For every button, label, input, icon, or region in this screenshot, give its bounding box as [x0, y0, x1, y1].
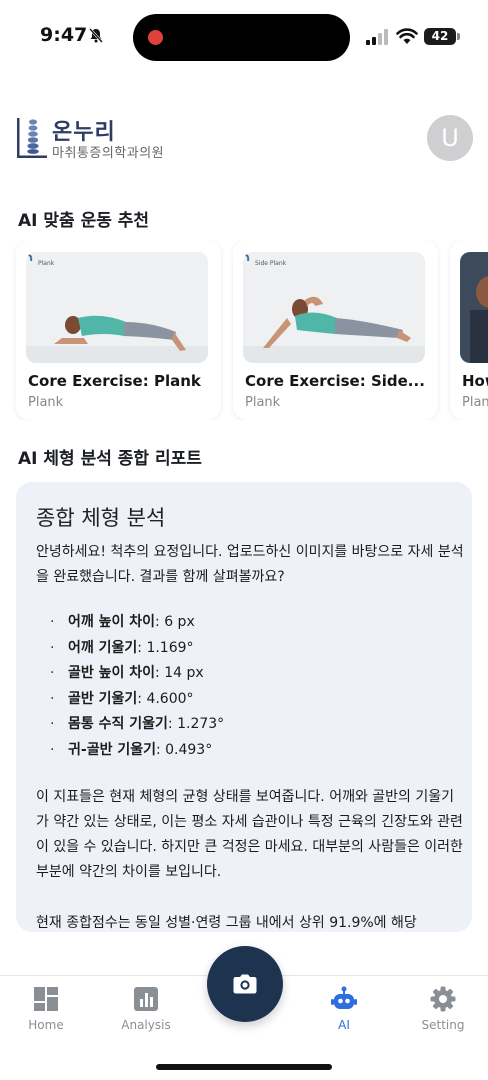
camera-button[interactable]	[207, 946, 283, 1022]
bullet: ·	[50, 665, 55, 681]
metric-label: 몸통 수직 기울기	[68, 716, 168, 732]
exercise-card-subtitle: Plank	[245, 395, 281, 410]
exercise-card-title: Core Exercise: Side...	[245, 372, 425, 390]
nav-label: AI	[338, 1018, 350, 1032]
metric-value: : 14 px	[155, 665, 204, 681]
metric-list: · 어깨 높이 차이: 6 px · 어깨 기울기: 1.169° · 골반 높이 차…	[50, 610, 224, 763]
bullet: ·	[50, 639, 55, 656]
user-avatar[interactable]: U	[427, 115, 473, 161]
metric-value: : 4.600°	[137, 690, 194, 707]
exercise-card[interactable]: Plank Core Exercise: Plank Plank	[16, 240, 221, 420]
report-intro: 안녕하세요! 척추의 요정입니다. 업로드하신 이미지를 바탕으로 자세 분석을…	[36, 544, 464, 585]
bullet: ·	[50, 741, 55, 758]
metric-label: 귀-골반 기울기	[68, 741, 156, 758]
nav-item-analysis[interactable]: Analysis	[106, 986, 186, 1032]
gear-icon	[430, 986, 456, 1012]
metric-item: · 골반 기울기: 4.600°	[50, 687, 224, 713]
metric-value: : 1.169°	[137, 639, 194, 656]
recording-dot	[148, 30, 163, 45]
nav-label: Home	[28, 1018, 64, 1032]
grid-icon	[34, 987, 58, 1011]
exercise-card[interactable]: Side Plank Core Exercise: Side... Plank	[233, 240, 438, 420]
bar-chart-icon	[134, 987, 158, 1011]
metric-item: · 어깨 높이 차이: 6 px	[50, 610, 224, 636]
battery-tip	[457, 33, 460, 40]
clinic-logo-icon	[17, 118, 47, 158]
metric-label: 골반 기울기	[68, 690, 138, 707]
battery-indicator: 42	[424, 28, 456, 45]
metric-value: : 6 px	[155, 614, 195, 630]
wifi-icon	[396, 28, 418, 44]
exercise-thumbnail	[460, 252, 488, 363]
report-card[interactable]: 종합 체형 분석 안녕하세요! 척추의 요정입니다. 업로드하신 이미지를 바탕…	[16, 482, 472, 932]
metric-value: : 0.493°	[155, 741, 213, 758]
bullet: ·	[50, 716, 55, 732]
exercise-thumbnail: Side Plank	[243, 252, 425, 363]
bell-muted-icon	[89, 28, 103, 43]
robot-icon	[331, 986, 357, 1009]
metric-item: · 골반 높이 차이: 14 px	[50, 661, 224, 687]
nav-item-home[interactable]: Home	[6, 986, 86, 1032]
metric-item: · 귀-골반 기울기: 0.493°	[50, 738, 224, 764]
nav-item-ai[interactable]: AI	[304, 986, 384, 1032]
metric-label: 어깨 높이 차이	[68, 614, 156, 630]
metric-label: 골반 높이 차이	[68, 665, 156, 681]
thumbnail-tag: Plank	[38, 260, 55, 267]
exercise-card[interactable]: How Plan	[450, 240, 488, 420]
exercise-card-title: Core Exercise: Plank	[28, 372, 201, 390]
report-score-text: 현재 종합점수는 동일 성별·연령 그룹 내에서 상위 91.9%에 해당	[36, 915, 417, 931]
exercise-card-subtitle: Plan	[462, 395, 488, 410]
report-body: 이 지표들은 현재 체형의 균형 상태를 보여줍니다. 어깨와 골반의 기울기가…	[36, 789, 463, 880]
home-indicator	[156, 1064, 332, 1070]
exercise-card-title: How	[462, 372, 488, 390]
exercise-card-list[interactable]: Plank Core Exercise: Plank Plank Side Pl…	[0, 240, 488, 420]
status-time: 9:47	[40, 24, 88, 46]
nav-label: Setting	[421, 1018, 465, 1032]
bullet: ·	[50, 690, 55, 707]
status-bar: 9:47 42	[0, 0, 488, 72]
exercise-card-subtitle: Plank	[28, 395, 64, 410]
report-card-title: 종합 체형 분석	[36, 506, 166, 530]
report-section-title: AI 체형 분석 종합 리포트	[18, 449, 202, 469]
metric-label: 어깨 기울기	[68, 639, 138, 656]
metric-item: · 어깨 기울기: 1.169°	[50, 636, 224, 662]
bullet: ·	[50, 614, 55, 630]
metric-value: : 1.273°	[167, 716, 225, 732]
side-plank-figure-icon	[243, 254, 425, 363]
nav-label: Analysis	[121, 1018, 171, 1032]
clinic-subtitle: 마취통증의학과의원	[52, 146, 165, 161]
nav-item-setting[interactable]: Setting	[403, 986, 483, 1032]
dynamic-island	[133, 14, 350, 61]
exercise-thumbnail: Plank	[26, 252, 208, 363]
exercise-section-title: AI 맞춤 운동 추천	[18, 211, 150, 231]
camera-icon	[233, 974, 257, 994]
signal-icon	[366, 29, 388, 45]
exercise-photo-icon	[470, 276, 488, 363]
thumbnail-tag: Side Plank	[255, 260, 287, 267]
plank-figure-icon	[26, 254, 208, 363]
metric-item: · 몸통 수직 기울기: 1.273°	[50, 712, 224, 738]
